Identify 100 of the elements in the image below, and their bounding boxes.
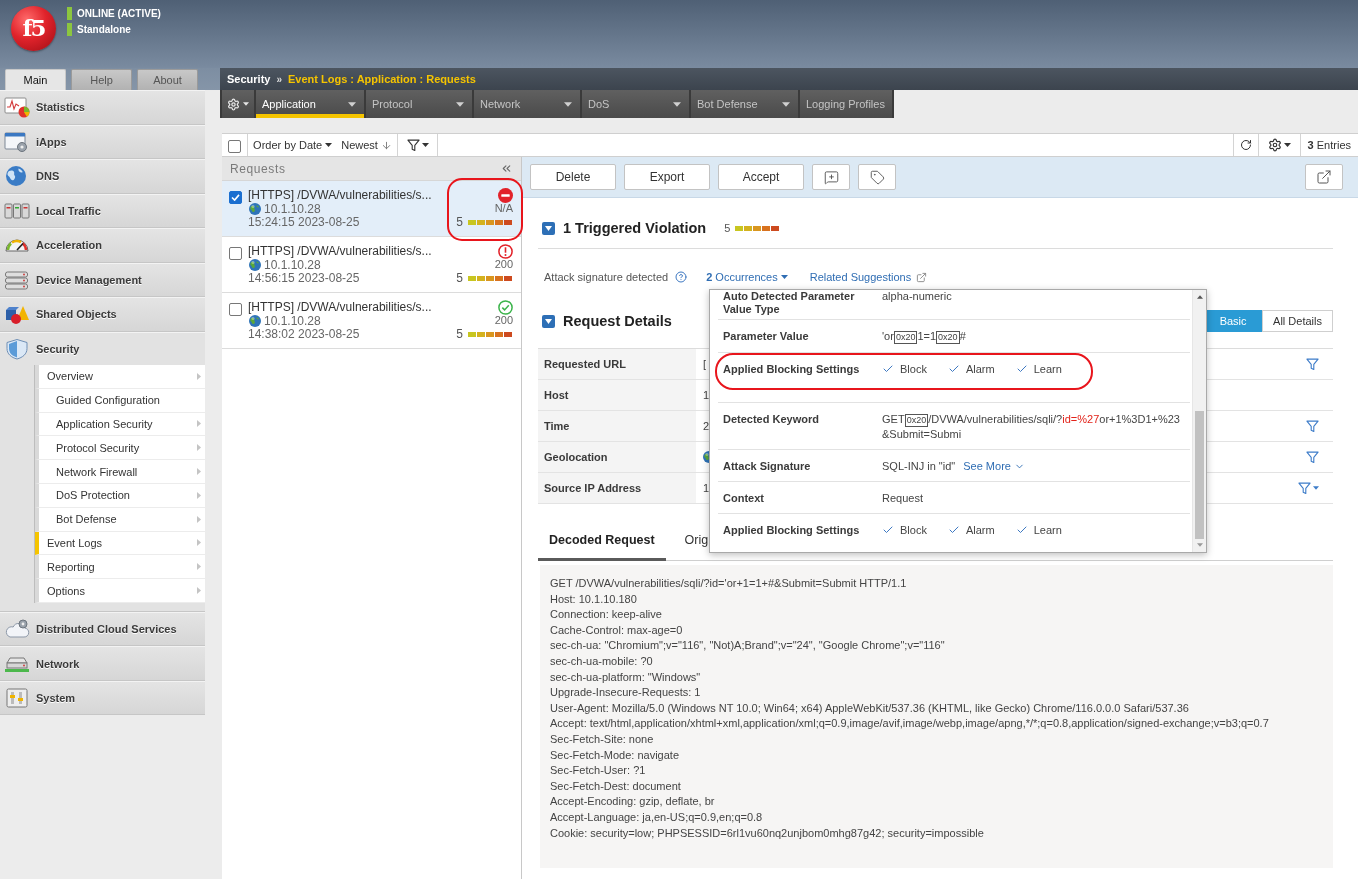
request-line: User-Agent: Mozilla/5.0 (Windows NT 10.0; Win64; x64) AppleWebKit/537.36 (KHTML, like Gecko) Chrome/116.0.0.0 Safari/537.36 — [550, 700, 1190, 716]
breadcrumb-section[interactable]: Security — [227, 73, 271, 85]
nav-item[interactable]: iApps — [0, 124, 205, 158]
external-link-icon — [916, 271, 928, 283]
add-comment-button[interactable] — [812, 164, 850, 190]
cloud-gear-icon — [4, 618, 30, 641]
submenu-item[interactable]: Event Logs — [35, 531, 205, 556]
collapse-toggle-icon[interactable] — [542, 221, 555, 235]
action-button[interactable]: Delete — [530, 164, 616, 190]
request-line: Cookie: security=low; PHPSESSID=6rl1vu60nq2unjbom0mhg87g42; security=impossible — [550, 825, 985, 841]
nav-item[interactable]: System — [0, 680, 205, 715]
module-tab[interactable]: Network — [474, 90, 580, 118]
detail-label: Detected Keyword — [723, 412, 820, 426]
main-tab[interactable]: Main — [5, 69, 66, 90]
body-tab[interactable]: Orig — [673, 522, 720, 561]
nav-item[interactable]: Local Traffic — [0, 193, 205, 227]
checkbox[interactable] — [229, 247, 242, 260]
request-line: Accept: text/html,application/xhtml+xml,application/xml;q=0.9,image/avif,image/webp,image/apng,*/*;q=0.8,application/signed-exchange;v=b3;q=0.7 — [550, 716, 1270, 732]
main-tab[interactable]: About — [137, 69, 198, 90]
detail-label: Parameter Value — [723, 329, 810, 343]
status-bar-icon — [67, 22, 72, 36]
settings-menu-button[interactable] — [222, 90, 254, 118]
nav-item[interactable]: Acceleration — [0, 228, 205, 262]
window-gear-icon — [4, 130, 30, 153]
caret-icon — [325, 143, 333, 147]
setting-label: Alarm — [965, 523, 995, 537]
severity-value: 5 — [456, 327, 463, 341]
checkbox[interactable] — [229, 191, 242, 204]
request-title: [HTTPS] /DVWA/vulnerabilities/s... — [248, 189, 433, 203]
globe-icon — [249, 259, 261, 272]
order-button[interactable]: Newest — [341, 139, 392, 151]
submenu-item[interactable]: DoS Protection — [35, 484, 205, 508]
scrollbar[interactable] — [1192, 290, 1206, 552]
submenu-item[interactable]: Reporting — [35, 555, 205, 580]
see-more-link[interactable]: See More — [963, 460, 1025, 472]
setting-label: Alarm — [965, 362, 995, 376]
submenu-item[interactable]: Protocol Security — [35, 436, 205, 461]
help-icon[interactable] — [675, 271, 688, 283]
comment-plus-icon — [823, 169, 839, 185]
request-title: [HTTPS] /DVWA/vulnerabilities/s... — [248, 245, 433, 259]
severity-value: 5 — [456, 271, 463, 285]
main-tab[interactable]: Help — [71, 69, 132, 90]
nav-item[interactable]: Network — [0, 646, 205, 680]
submenu-item[interactable]: Network Firewall — [35, 460, 205, 484]
breadcrumb-path: Event Logs : Application : Requests — [288, 73, 476, 85]
action-button[interactable]: Export — [624, 164, 710, 190]
nav-item[interactable]: DNS — [0, 159, 205, 193]
tag-button[interactable] — [858, 164, 896, 190]
filter-button[interactable] — [406, 138, 429, 152]
nav-item[interactable]: Shared Objects — [0, 297, 205, 331]
submenu-item[interactable]: Options — [35, 579, 205, 603]
checkbox[interactable] — [228, 139, 241, 153]
module-tab[interactable]: Application — [256, 90, 364, 118]
response-code: 200 — [494, 314, 513, 328]
tag-icon — [869, 169, 885, 185]
module-tab[interactable]: Logging Profiles — [800, 90, 892, 118]
checkbox[interactable] — [229, 303, 242, 316]
status-text: ONLINE (ACTIVE) — [77, 7, 161, 19]
status-text: Standalone — [77, 23, 131, 35]
submenu-item[interactable]: Guided Configuration — [35, 388, 205, 413]
settings-button[interactable] — [1267, 138, 1291, 152]
detail-label: Time — [538, 411, 696, 441]
caret-icon — [780, 275, 788, 279]
collapse-toggle-icon[interactable] — [542, 314, 555, 328]
request-line: Accept-Encoding: gzip, deflate, br — [550, 794, 716, 810]
view-toggle[interactable]: All Details — [1262, 310, 1333, 332]
open-external-button[interactable] — [1305, 164, 1343, 190]
action-button[interactable]: Accept — [718, 164, 804, 190]
submenu-item[interactable]: Bot Defense — [35, 507, 205, 532]
request-time: 14:38:02 2023-08-25 — [248, 328, 361, 342]
request-line: Connection: keep-alive — [550, 607, 663, 623]
double-chevron-left-icon[interactable] — [500, 162, 513, 175]
module-tab[interactable]: DoS — [582, 90, 689, 118]
request-line: Host: 10.1.10.180 — [550, 591, 638, 607]
submenu-item[interactable]: Application Security — [35, 412, 205, 437]
request-line: sec-ch-ua: "Chromium";v="116", "Not)A;Brand";v="24", "Google Chrome";v="116" — [550, 638, 946, 654]
submenu-item[interactable]: Overview — [35, 365, 205, 389]
caret-icon — [1196, 543, 1203, 548]
request-title: [HTTPS] /DVWA/vulnerabilities/s... — [248, 301, 433, 315]
nav-item[interactable]: Statistics — [0, 90, 205, 124]
caret-icon — [421, 143, 429, 147]
related-suggestions-link[interactable]: Related Suggestions — [809, 271, 928, 283]
sort-dropdown[interactable]: Order by Date — [253, 139, 333, 151]
module-tab[interactable]: Bot Defense — [691, 90, 798, 118]
settings-icon — [227, 97, 240, 111]
detail-value: 'or 0x20 1=1 0x20 # — [882, 329, 967, 344]
detail-label: Context — [723, 491, 765, 505]
nav-item[interactable]: Distributed Cloud Services — [0, 611, 205, 646]
refresh-button[interactable] — [1239, 139, 1252, 151]
logo: f5 — [11, 6, 56, 51]
request-ip: 10.1.10.28 — [264, 202, 321, 216]
severity-value: 5 — [456, 215, 463, 229]
request-line: sec-ch-ua-mobile: ?0 — [550, 653, 654, 669]
detail-value: Request — [882, 491, 924, 505]
body-tab[interactable]: Decoded Request — [538, 522, 666, 561]
nav-item[interactable]: Device Management — [0, 262, 205, 296]
module-tab[interactable]: Protocol — [366, 90, 472, 118]
external-link-icon — [1316, 169, 1332, 185]
request-line: Sec-Fetch-Site: none — [550, 731, 655, 747]
occurrences-dropdown[interactable]: 2 Occurrences — [706, 271, 788, 283]
